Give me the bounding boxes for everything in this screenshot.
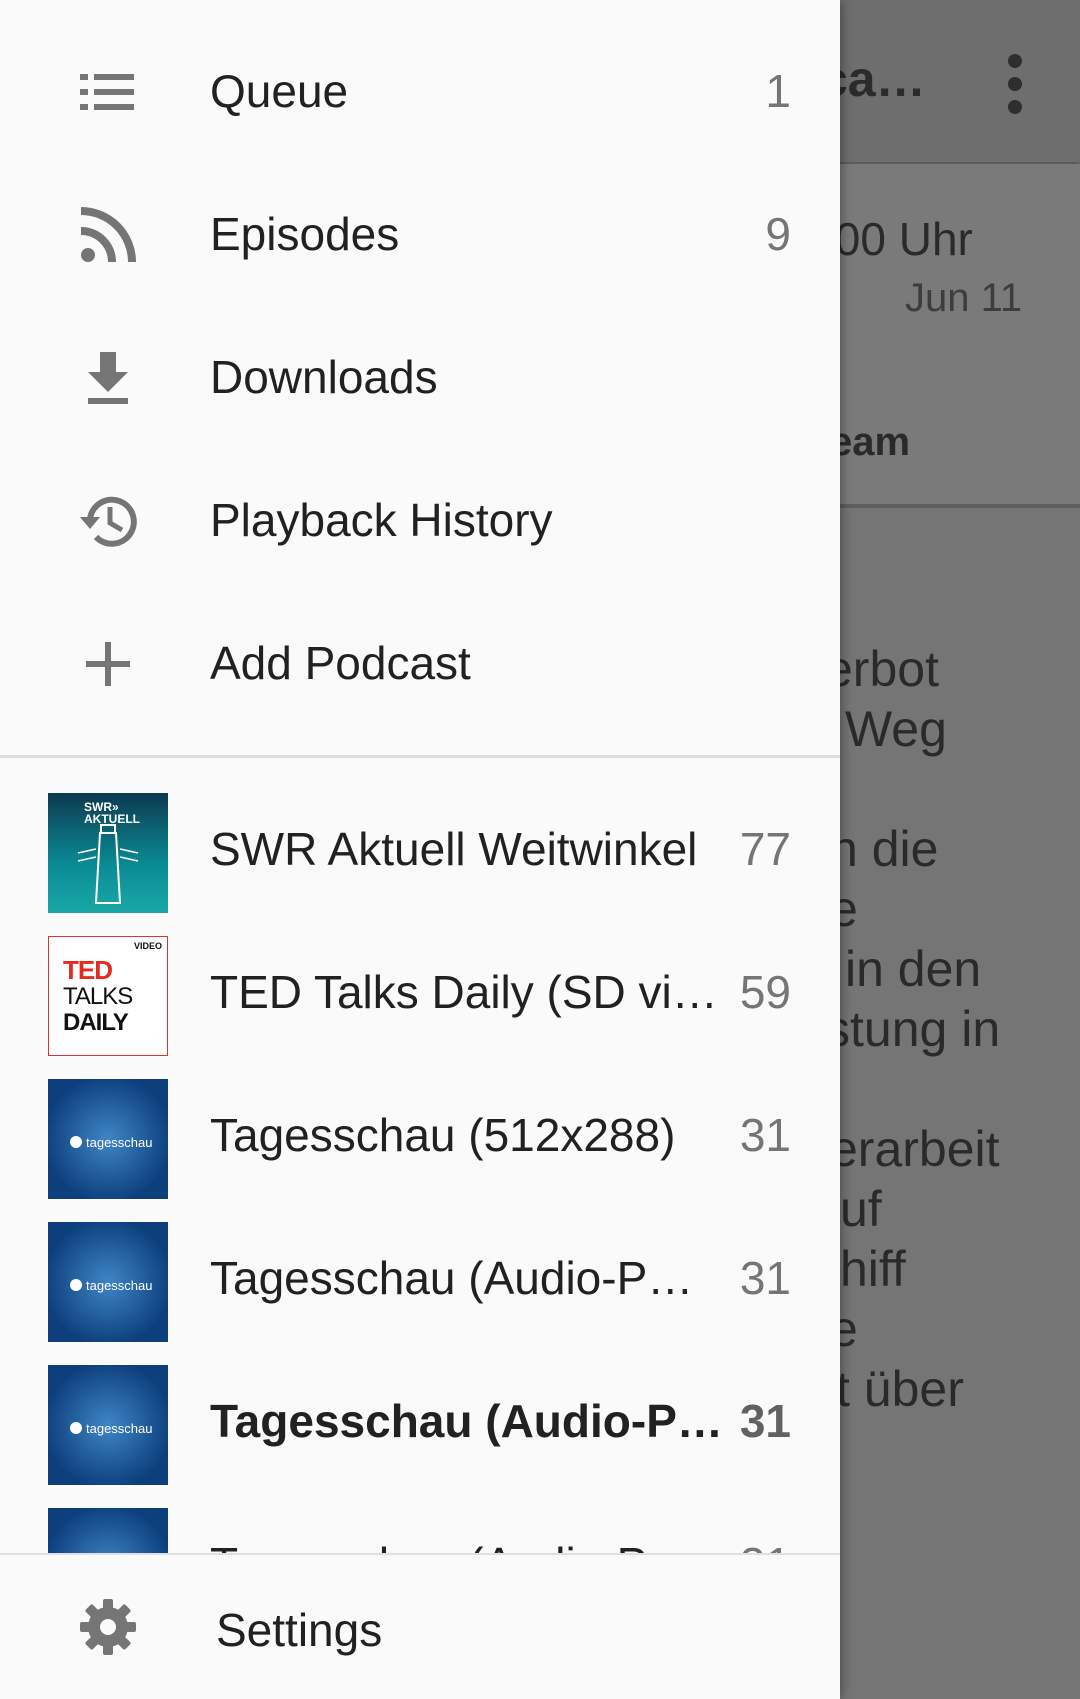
subscription-item-tagesschau-512[interactable]: tagesschau Tagesschau (512x288) 31	[0, 1044, 840, 1199]
subscription-item-ted-talks-daily[interactable]: VIDEO TED TALKS DAILY TED Talks Daily (S…	[0, 901, 840, 1056]
subscription-count: 31	[739, 1252, 791, 1304]
lighthouse-icon	[77, 824, 139, 904]
background-text-line: n die	[830, 821, 939, 877]
tagesschau-logo-icon	[70, 1422, 82, 1434]
plus-icon	[86, 642, 130, 686]
cover-logo-text: DAILY	[63, 1009, 129, 1036]
background-text-line: Weg	[845, 701, 947, 757]
subscription-title: Tagesschau (Audio-P…	[210, 1395, 723, 1447]
nav-item-episodes[interactable]: Episodes 9	[0, 165, 840, 308]
nav-item-label: Episodes	[210, 208, 400, 260]
download-icon	[88, 352, 128, 404]
subscription-count: 59	[739, 966, 791, 1018]
tagesschau-logo-icon	[70, 1136, 82, 1148]
nav-item-playback-history[interactable]: Playback History	[0, 451, 840, 594]
settings-button[interactable]: Settings	[0, 1555, 840, 1699]
subscription-list[interactable]: SWR» AKTUELL SWR Aktuell Weitwinkel 77 V…	[0, 758, 840, 1555]
podcast-cover: SWR» AKTUELL	[48, 793, 168, 913]
background-text-line: stung in	[825, 1001, 1001, 1057]
gear-icon	[80, 1599, 136, 1655]
background-text-line: hiff	[840, 1241, 906, 1297]
background-episode-time: :00 Uhr	[822, 213, 973, 265]
nav-item-label: Add Podcast	[210, 637, 471, 689]
nav-item-label: Playback History	[210, 494, 553, 546]
background-text-line: erarbeit	[830, 1121, 1000, 1177]
nav-item-label: Downloads	[210, 351, 438, 403]
queue-list-icon	[80, 74, 134, 110]
nav-item-queue[interactable]: Queue 1	[0, 22, 840, 165]
cover-logo-text: tagesschau	[86, 1135, 153, 1150]
rss-feed-icon	[80, 207, 136, 263]
nav-item-downloads[interactable]: Downloads	[0, 308, 840, 451]
history-icon	[80, 496, 137, 547]
background-episode-date: Jun 11	[905, 276, 1023, 320]
background-text-line: uf	[840, 1181, 882, 1237]
cover-logo-text: TED	[63, 955, 113, 985]
nav-item-add-podcast[interactable]: Add Podcast	[0, 594, 840, 737]
settings-label: Settings	[216, 1604, 383, 1656]
background-text-line: t über	[836, 1361, 964, 1417]
podcast-cover: tagesschau	[48, 1508, 168, 1555]
overflow-menu-icon	[1003, 54, 1027, 134]
podcast-cover: tagesschau	[48, 1222, 168, 1342]
background-section-label: eam	[830, 420, 911, 464]
subscription-count: 31	[739, 1109, 791, 1161]
subscription-count: 31	[739, 1395, 791, 1447]
podcast-cover: tagesschau	[48, 1079, 168, 1199]
subscription-item-tagesschau-audio-2[interactable]: tagesschau Tagesschau (Audio-P… 31	[0, 1473, 840, 1555]
nav-item-count: 1	[765, 65, 791, 117]
cover-badge: VIDEO	[133, 941, 162, 951]
tagesschau-logo-icon	[70, 1279, 82, 1291]
subscription-item-swr-aktuell[interactable]: SWR» AKTUELL SWR Aktuell Weitwinkel 77	[0, 758, 840, 913]
subscription-title: SWR Aktuell Weitwinkel	[210, 823, 698, 875]
subscription-item-tagesschau-audio-selected[interactable]: tagesschau Tagesschau (Audio-P… 31	[0, 1330, 840, 1485]
subscription-item-tagesschau-audio[interactable]: tagesschau Tagesschau (Audio-P… 31	[0, 1187, 840, 1342]
background-text-line: in den	[845, 941, 982, 997]
cover-logo-text: tagesschau	[86, 1421, 153, 1436]
subscription-title: Tagesschau (Audio-P…	[210, 1252, 694, 1304]
navigation-drawer: Queue 1 Episodes 9 Downloads Playback Hi…	[0, 0, 840, 1699]
subscription-title: Tagesschau (512x288)	[210, 1109, 676, 1161]
cover-logo-text: tagesschau	[86, 1278, 153, 1293]
nav-item-count: 9	[765, 208, 791, 260]
subscription-title: TED Talks Daily (SD vi…	[210, 966, 718, 1018]
podcast-cover: tagesschau	[48, 1365, 168, 1485]
podcast-cover: VIDEO TED TALKS DAILY	[48, 936, 168, 1056]
nav-item-label: Queue	[210, 65, 349, 117]
subscription-count: 77	[739, 823, 791, 875]
cover-logo-text: TALKS	[63, 983, 133, 1010]
background-text-line: erbot	[825, 641, 939, 697]
